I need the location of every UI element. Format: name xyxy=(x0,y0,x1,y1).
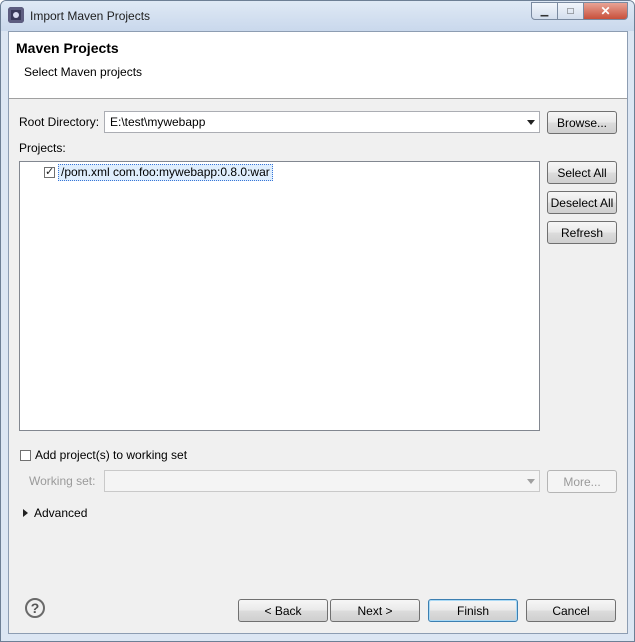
minimize-icon[interactable]: ▁ xyxy=(531,2,558,20)
window-title: Import Maven Projects xyxy=(30,9,151,23)
working-set-combo[interactable] xyxy=(104,470,540,492)
root-directory-combo[interactable]: E:\test\mywebapp xyxy=(104,111,540,133)
browse-button[interactable]: Browse... xyxy=(547,111,617,134)
projects-list[interactable]: /pom.xml com.foo:mywebapp:0.8.0:war xyxy=(19,161,540,431)
maximize-icon[interactable]: □ xyxy=(558,2,584,20)
deselect-all-button[interactable]: Deselect All xyxy=(547,191,617,214)
import-maven-projects-window: Import Maven Projects ▁ □ ✕ Maven Projec… xyxy=(0,0,635,642)
page-title: Maven Projects xyxy=(16,40,119,56)
projects-label: Projects: xyxy=(19,141,66,155)
root-directory-label: Root Directory: xyxy=(19,115,100,129)
more-button[interactable]: More... xyxy=(547,470,617,493)
root-directory-value: E:\test\mywebapp xyxy=(110,115,206,129)
chevron-down-icon[interactable] xyxy=(527,120,535,125)
select-all-button[interactable]: Select All xyxy=(547,161,617,184)
working-set-checkbox[interactable] xyxy=(20,449,31,461)
window-controls: ▁ □ ✕ xyxy=(531,2,628,20)
next-button[interactable]: Next > xyxy=(330,599,420,622)
dialog-body: Maven Projects Select Maven projects Roo… xyxy=(8,31,628,634)
close-icon[interactable]: ✕ xyxy=(584,2,628,20)
expand-triangle-icon[interactable] xyxy=(23,509,28,517)
project-label[interactable]: /pom.xml com.foo:mywebapp:0.8.0:war xyxy=(58,164,273,181)
advanced-toggle[interactable]: Advanced xyxy=(34,506,87,520)
working-set-checkbox-label: Add project(s) to working set xyxy=(35,448,188,462)
wizard-header: Maven Projects Select Maven projects xyxy=(9,32,627,99)
working-set-label: Working set: xyxy=(29,474,96,488)
cancel-button[interactable]: Cancel xyxy=(526,599,616,622)
page-subtitle: Select Maven projects xyxy=(24,65,143,79)
list-item[interactable]: /pom.xml com.foo:mywebapp:0.8.0:war xyxy=(44,164,273,181)
refresh-button[interactable]: Refresh xyxy=(547,221,617,244)
chevron-down-icon[interactable] xyxy=(527,479,535,484)
help-icon[interactable]: ? xyxy=(25,598,45,618)
project-checkbox[interactable] xyxy=(44,165,55,178)
finish-button[interactable]: Finish xyxy=(428,599,518,622)
eclipse-icon xyxy=(8,7,24,23)
working-set-option[interactable]: Add project(s) to working set xyxy=(20,448,187,462)
back-button[interactable]: < Back xyxy=(238,599,328,622)
title-bar[interactable]: Import Maven Projects ▁ □ ✕ xyxy=(1,1,634,31)
